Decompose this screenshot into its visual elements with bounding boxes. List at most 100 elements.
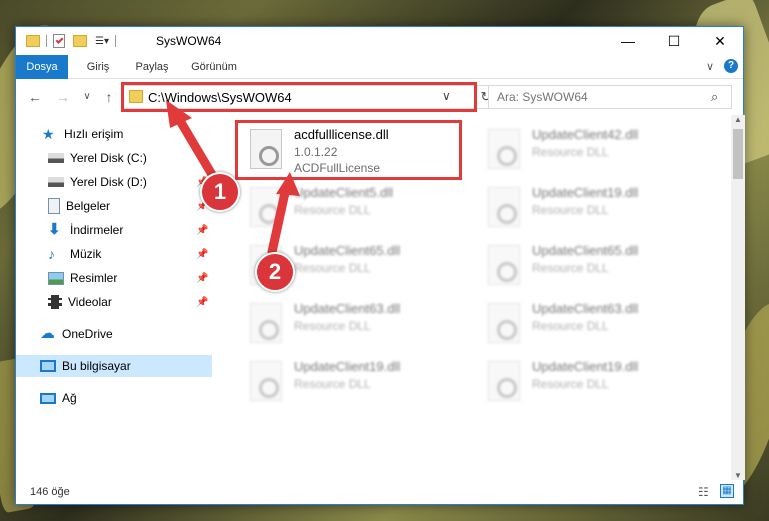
- nav-item-label: Yerel Disk (D:): [70, 175, 147, 189]
- folder-icon: [26, 35, 40, 47]
- file-item[interactable]: UpdateClient19.dll Resource DLL: [474, 351, 699, 411]
- window-title: SysWOW64: [156, 34, 222, 48]
- dll-file-icon: [488, 187, 520, 227]
- nav-item-local-disk-d[interactable]: Yerel Disk (D:) 📌: [16, 171, 212, 193]
- star-icon: ★: [42, 126, 55, 142]
- download-icon: ⬇: [48, 221, 61, 238]
- file-name: UpdateClient63.dll: [294, 301, 401, 316]
- nav-item-local-disk-c[interactable]: Yerel Disk (C:): [16, 147, 212, 169]
- file-type: Resource DLL: [294, 377, 371, 391]
- separator: [114, 35, 116, 47]
- quick-access-toolbar: ☰▾: [26, 33, 122, 49]
- search-icon[interactable]: ⌕: [711, 89, 718, 105]
- dll-file-icon: [250, 187, 282, 227]
- drive-icon: [48, 177, 64, 187]
- computer-icon: [40, 360, 56, 372]
- close-button[interactable]: ✕: [697, 27, 743, 55]
- file-name: UpdateClient19.dll: [532, 185, 639, 200]
- file-name: UpdateClient65.dll: [532, 243, 639, 258]
- back-button[interactable]: ←: [26, 88, 44, 106]
- dll-file-icon: [250, 361, 282, 401]
- scroll-up-arrow[interactable]: ▲: [734, 115, 742, 124]
- up-button[interactable]: ↑: [100, 88, 118, 106]
- status-bar: 146 öğe ☷ ▦: [16, 480, 743, 504]
- recent-locations-button[interactable]: ∨: [78, 88, 96, 106]
- file-type: Resource DLL: [532, 203, 609, 217]
- nav-item-label: İndirmeler: [70, 223, 124, 237]
- file-name: UpdateClient19.dll: [532, 359, 639, 374]
- file-item[interactable]: UpdateClient5.dll Resource DLL: [236, 177, 461, 237]
- nav-item-label: OneDrive: [62, 327, 113, 341]
- nav-item-label: Videolar: [68, 295, 112, 309]
- scroll-down-arrow[interactable]: ▼: [734, 471, 742, 480]
- separator: [46, 35, 47, 47]
- file-item[interactable]: UpdateClient19.dll Resource DLL: [236, 351, 461, 411]
- nav-item-label: Müzik: [70, 247, 102, 261]
- nav-item-label: Belgeler: [66, 199, 111, 213]
- dll-file-icon: [488, 245, 520, 285]
- forward-button[interactable]: →: [54, 88, 72, 106]
- file-item[interactable]: UpdateClient19.dll Resource DLL: [474, 177, 699, 237]
- nav-item-quick-access[interactable]: ★ Hızlı erişim: [16, 123, 212, 145]
- tab-home[interactable]: Giriş: [78, 55, 118, 79]
- nav-item-label: Resimler: [70, 271, 118, 285]
- nav-item-network[interactable]: Ağ: [16, 387, 212, 409]
- nav-item-onedrive[interactable]: ☁ OneDrive: [16, 323, 212, 345]
- search-input[interactable]: [497, 88, 697, 106]
- file-name: UpdateClient65.dll: [294, 243, 401, 258]
- help-icon[interactable]: ?: [724, 59, 738, 73]
- new-folder-icon[interactable]: [73, 35, 87, 47]
- tab-share[interactable]: Paylaş: [128, 55, 176, 79]
- dll-file-icon: [488, 361, 520, 401]
- file-type: Resource DLL: [532, 145, 609, 159]
- file-item[interactable]: UpdateClient63.dll Resource DLL: [474, 293, 699, 353]
- details-view-icon[interactable]: ☷: [698, 485, 709, 499]
- step-1-badge: 1: [200, 172, 240, 212]
- tab-view[interactable]: Görünüm: [184, 55, 244, 79]
- video-icon: [48, 295, 62, 309]
- drive-icon: [48, 153, 64, 163]
- nav-item-label: Hızlı erişim: [64, 127, 124, 141]
- ribbon-tabs: Dosya Giriş Paylaş Görünüm ∨ ?: [16, 55, 743, 115]
- minimize-button[interactable]: —: [605, 27, 651, 55]
- nav-item-pictures[interactable]: Resimler 📌: [16, 267, 212, 289]
- nav-item-downloads[interactable]: ⬇ İndirmeler 📌: [16, 219, 212, 241]
- file-type: Resource DLL: [532, 261, 609, 275]
- step-2-badge: 2: [255, 252, 295, 292]
- file-item[interactable]: UpdateClient63.dll Resource DLL: [236, 293, 461, 353]
- pin-icon[interactable]: 📌: [196, 273, 208, 284]
- file-item[interactable]: UpdateClient42.dll Resource DLL: [474, 119, 699, 179]
- nav-item-documents[interactable]: Belgeler 📌: [16, 195, 212, 217]
- vertical-scrollbar[interactable]: ▲ ▼: [731, 115, 745, 480]
- nav-item-label: Ağ: [62, 391, 77, 405]
- nav-item-music[interactable]: ♪ Müzik 📌: [16, 243, 212, 265]
- ribbon-expand-icon[interactable]: ∨: [706, 60, 714, 73]
- item-count: 146 öğe: [30, 486, 70, 498]
- maximize-button[interactable]: ☐: [651, 27, 697, 55]
- nav-item-this-pc[interactable]: Bu bilgisayar: [16, 355, 212, 377]
- title-bar: ☰▾ SysWOW64 — ☐ ✕: [16, 27, 743, 55]
- customize-toolbar-icon[interactable]: ☰▾: [95, 36, 109, 47]
- pin-icon[interactable]: 📌: [196, 225, 208, 236]
- file-type: Resource DLL: [532, 319, 609, 333]
- file-highlight-box: [235, 120, 462, 180]
- dll-file-icon: [488, 303, 520, 343]
- pin-icon[interactable]: 📌: [196, 297, 208, 308]
- file-type: Resource DLL: [294, 203, 371, 217]
- file-name: UpdateClient63.dll: [532, 301, 639, 316]
- file-item[interactable]: UpdateClient65.dll Resource DLL: [474, 235, 699, 295]
- document-icon: [48, 198, 60, 214]
- dll-file-icon: [488, 129, 520, 169]
- dll-file-icon: [250, 303, 282, 343]
- properties-icon[interactable]: [53, 34, 65, 48]
- file-name: UpdateClient42.dll: [532, 127, 639, 142]
- nav-item-videos[interactable]: Videolar 📌: [16, 291, 212, 313]
- file-type: Resource DLL: [294, 261, 371, 275]
- address-highlight-box: [121, 82, 477, 112]
- pin-icon[interactable]: 📌: [196, 249, 208, 260]
- navigation-pane: ★ Hızlı erişim Yerel Disk (C:) Yerel Dis…: [16, 115, 212, 480]
- search-box[interactable]: ⌕: [488, 85, 732, 109]
- file-name: UpdateClient5.dll: [294, 185, 394, 200]
- tiles-view-icon[interactable]: ▦: [720, 484, 734, 498]
- scroll-thumb[interactable]: [733, 129, 743, 179]
